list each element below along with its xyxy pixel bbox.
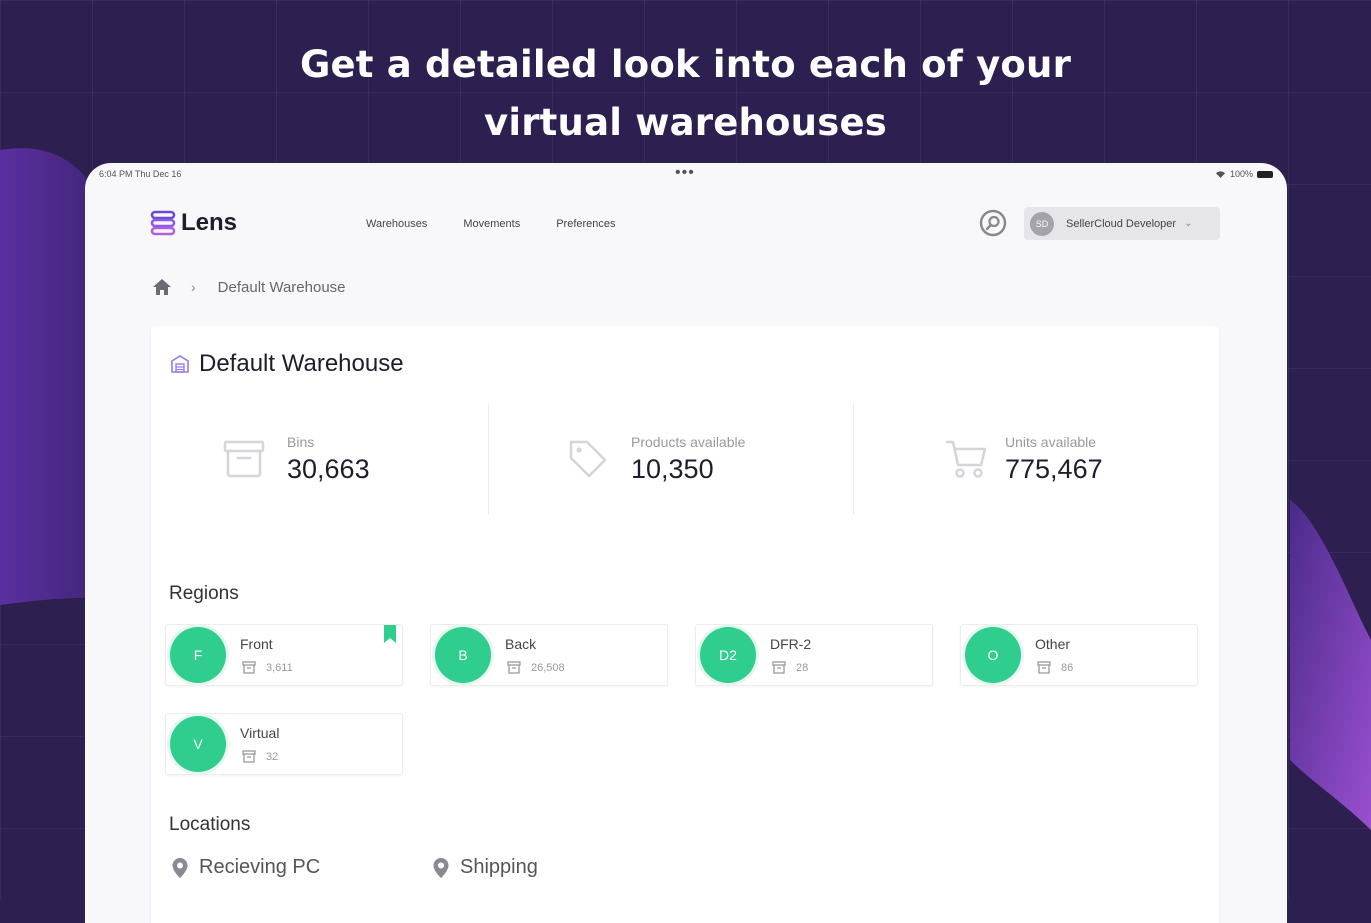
region-count: 3,611 bbox=[242, 661, 293, 674]
regions-title: Regions bbox=[169, 583, 239, 604]
stat-bins: Bins 30,663 bbox=[221, 404, 370, 514]
stat-value: 775,467 bbox=[1005, 453, 1103, 484]
status-bar: 6:04 PM Thu Dec 16 ••• 100% bbox=[85, 164, 1287, 183]
breadcrumb: › Default Warehouse bbox=[151, 277, 346, 297]
bookmark-icon[interactable] bbox=[384, 625, 396, 643]
nav-warehouses[interactable]: Warehouses bbox=[366, 218, 427, 230]
battery-icon bbox=[1257, 170, 1273, 178]
region-card-front[interactable]: F Front 3,611 bbox=[165, 624, 403, 686]
status-right: 100% bbox=[1215, 169, 1273, 179]
chevron-down-icon: ⌄ bbox=[1184, 218, 1193, 229]
region-count-value: 3,611 bbox=[266, 661, 293, 674]
multitask-dots[interactable]: ••• bbox=[675, 164, 695, 182]
logo-text: Lens bbox=[181, 209, 238, 236]
home-icon[interactable] bbox=[151, 277, 173, 297]
nav-preferences[interactable]: Preferences bbox=[556, 218, 615, 230]
archive-box-icon bbox=[507, 661, 521, 674]
breadcrumb-separator-icon: › bbox=[191, 279, 196, 295]
location-name: Shipping bbox=[460, 856, 538, 878]
lens-logo-icon bbox=[150, 210, 176, 236]
wifi-icon bbox=[1215, 170, 1225, 178]
region-count: 28 bbox=[772, 661, 808, 674]
tag-icon bbox=[569, 440, 607, 478]
nav-movements[interactable]: Movements bbox=[463, 218, 520, 230]
avatar: SD bbox=[1030, 211, 1054, 236]
region-card-back[interactable]: B Back 26,508 bbox=[430, 624, 668, 686]
main-nav: Warehouses Movements Preferences bbox=[366, 218, 616, 230]
stat-value: 10,350 bbox=[631, 453, 714, 484]
stat-value: 30,663 bbox=[287, 453, 370, 484]
locations-title: Locations bbox=[169, 814, 251, 835]
tablet-screen: 6:04 PM Thu Dec 16 ••• 100% Lens Warehou… bbox=[85, 163, 1287, 923]
archive-box-icon bbox=[772, 661, 786, 674]
archive-box-icon bbox=[242, 750, 256, 763]
battery-percent: 100% bbox=[1229, 169, 1253, 179]
region-count: 32 bbox=[242, 750, 278, 763]
location-item[interactable]: Recieving PC bbox=[171, 856, 320, 879]
shopping-cart-icon bbox=[946, 440, 987, 478]
breadcrumb-current: Default Warehouse bbox=[217, 278, 346, 296]
region-avatar: O bbox=[965, 627, 1021, 683]
location-item[interactable]: Shipping bbox=[432, 856, 538, 879]
region-name: Back bbox=[505, 636, 537, 652]
stat-products: Products available 10,350 bbox=[565, 404, 745, 514]
region-avatar: B bbox=[435, 627, 491, 683]
headline-line1: Get a detailed look into each of your bbox=[299, 43, 1072, 86]
region-avatar: F bbox=[170, 627, 226, 683]
region-count: 86 bbox=[1037, 661, 1073, 674]
stat-label: Bins bbox=[287, 433, 315, 450]
search-icon bbox=[979, 209, 1007, 237]
region-count-value: 32 bbox=[266, 750, 279, 763]
warehouse-card: Default Warehouse Bins 30,663 Products a… bbox=[151, 326, 1219, 923]
region-count-value: 26,508 bbox=[531, 661, 565, 674]
archive-box-icon bbox=[223, 440, 265, 478]
app-logo[interactable]: Lens bbox=[149, 209, 237, 237]
warehouse-title: Default Warehouse bbox=[199, 350, 404, 377]
page-title: Default Warehouse bbox=[169, 350, 404, 378]
user-menu[interactable]: SD SellerCloud Developer ⌄ bbox=[1024, 207, 1220, 240]
region-card-dfr-2[interactable]: D2 DFR-2 28 bbox=[695, 624, 933, 686]
archive-box-icon bbox=[242, 661, 256, 674]
region-name: Front bbox=[240, 636, 273, 652]
region-count-value: 28 bbox=[796, 661, 809, 674]
location-name: Recieving PC bbox=[199, 856, 321, 878]
warehouse-icon bbox=[171, 355, 189, 373]
stat-label: Units available bbox=[1005, 433, 1097, 450]
user-name: SellerCloud Developer bbox=[1066, 217, 1177, 230]
stat-label: Products available bbox=[631, 433, 746, 450]
archive-box-icon bbox=[1037, 661, 1051, 674]
divider bbox=[853, 404, 854, 514]
divider bbox=[488, 404, 489, 514]
map-pin-icon bbox=[433, 857, 449, 878]
headline: Get a detailed look into each of your vi… bbox=[0, 36, 1371, 152]
region-count-value: 86 bbox=[1061, 661, 1074, 674]
region-card-other[interactable]: O Other 86 bbox=[960, 624, 1198, 686]
map-pin-icon bbox=[172, 857, 188, 878]
region-avatar: D2 bbox=[700, 627, 756, 683]
headline-line2: virtual warehouses bbox=[484, 101, 887, 144]
region-name: DFR-2 bbox=[770, 636, 812, 652]
region-name: Virtual bbox=[240, 725, 280, 741]
stat-units: Units available 775,467 bbox=[943, 404, 1103, 514]
region-avatar: V bbox=[170, 716, 226, 772]
search-button[interactable] bbox=[977, 207, 1009, 239]
region-name: Other bbox=[1035, 636, 1071, 652]
region-card-virtual[interactable]: V Virtual 32 bbox=[165, 713, 403, 775]
region-count: 26,508 bbox=[507, 661, 565, 674]
status-time: 6:04 PM Thu Dec 16 bbox=[99, 169, 182, 179]
